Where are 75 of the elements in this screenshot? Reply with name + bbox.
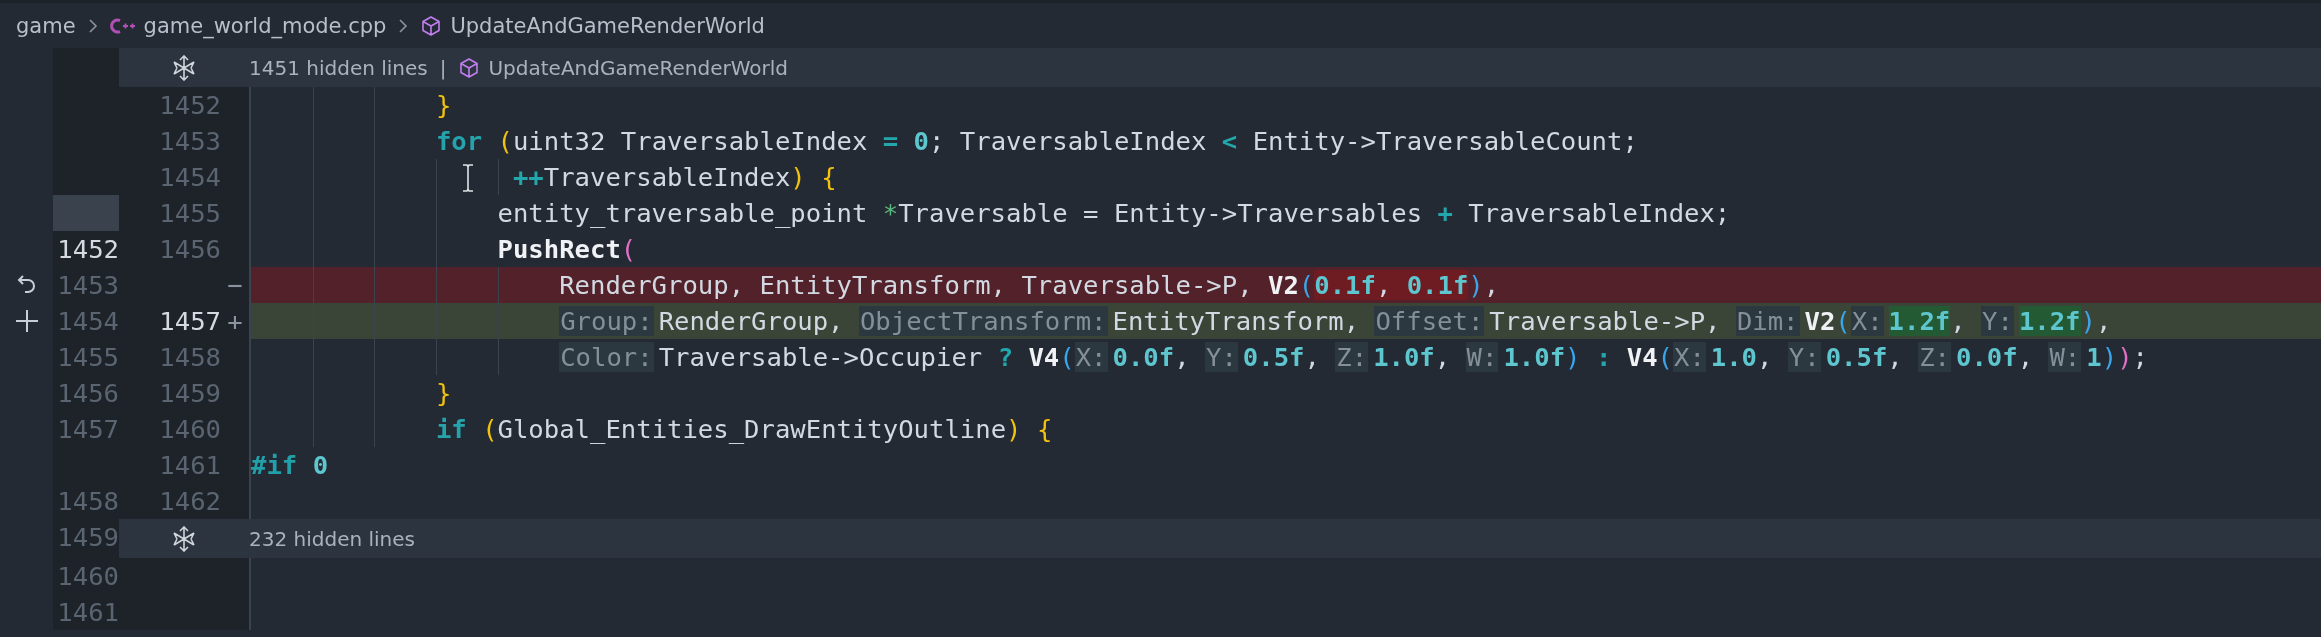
- line-number: 1459: [159, 378, 221, 408]
- inlay-hint: Offset:: [1374, 306, 1485, 336]
- line-number: 1460: [57, 561, 119, 591]
- cube-icon: [420, 14, 443, 37]
- cube-icon: [458, 56, 481, 79]
- hidden-lines-bar[interactable]: 1451 hidden lines | UpdateAndGameRenderWorld: [119, 48, 2321, 87]
- inlay-hint: X:: [1850, 306, 1884, 336]
- line-number: 1458: [159, 342, 221, 372]
- plus-icon[interactable]: [13, 308, 40, 334]
- code-text: if (Global_Entities_DrawEntityOutline) {: [435, 413, 1053, 446]
- code-text: 0.0f,: [1112, 341, 1191, 374]
- line-number: 1461: [57, 597, 119, 627]
- symbol-name: UpdateAndGameRenderWorld: [488, 55, 789, 80]
- line-number: 1454: [57, 306, 119, 336]
- code-text: 0.5f,: [1825, 341, 1904, 374]
- line-number: 1456: [159, 234, 221, 264]
- inlay-hint: W:: [1465, 342, 1499, 372]
- inlay-hint: W:: [2048, 342, 2082, 372]
- breadcrumb-item[interactable]: game: [16, 13, 76, 38]
- code-text: entity_traversable_point *Traversable = Entity->Traversables + TraversableIndex;: [497, 197, 1731, 230]
- inlay-hint: Y:: [1981, 306, 2014, 336]
- code-text: V2(: [1804, 305, 1851, 338]
- unfold-icon: [171, 54, 197, 81]
- breadcrumb-item[interactable]: UpdateAndGameRenderWorld: [450, 13, 765, 38]
- inlay-hint: X:: [1074, 342, 1108, 372]
- line-number: 1457: [159, 306, 221, 336]
- unfold-icon: [171, 525, 197, 552]
- line-number: 1462: [159, 486, 221, 516]
- breadcrumb-item[interactable]: game_world_mode.cpp: [143, 13, 387, 38]
- line-number: 1459: [57, 522, 119, 552]
- code-text: 0.5f,: [1242, 341, 1321, 374]
- code-text: #if 0: [251, 449, 329, 482]
- code-text: for (uint32 TraversableIndex = 0; TraversableIndex < Entity->TraversableCount;: [435, 125, 1638, 158]
- code-text: PushRect(: [497, 233, 637, 266]
- hidden-lines-label: 1451 hidden lines: [249, 55, 428, 80]
- inlay-hint: ObjectTransform:: [858, 306, 1108, 336]
- code-text: Traversable->Occupier ? V4(: [658, 341, 1075, 374]
- hidden-lines-label: 232 hidden lines: [249, 526, 415, 551]
- inlay-hint: Y:: [1205, 342, 1238, 372]
- inlay-hint: Dim:: [1735, 306, 1800, 336]
- line-number: 1452: [57, 234, 119, 264]
- line-number: 1453: [57, 270, 119, 300]
- diff-marker: +: [226, 306, 244, 336]
- line-number: 1452: [159, 90, 221, 120]
- line-number: 1455: [57, 342, 119, 372]
- code-text: }: [435, 377, 452, 410]
- line-number: 1455: [159, 198, 221, 228]
- code-text: ++TraversableIndex) {: [512, 161, 837, 194]
- line-number: 1456: [57, 378, 119, 408]
- line-number: 1460: [159, 414, 221, 444]
- code-text: 1));: [2086, 341, 2148, 374]
- code-text: }: [435, 89, 452, 122]
- code-text: 0.0f,: [1956, 341, 2035, 374]
- line-number: 1454: [159, 162, 221, 192]
- code-text: RenderGroup,: [658, 305, 845, 338]
- code-text: RenderGroup, EntityTransform, Traversable->P, V2(0.1f, 0.1f),: [559, 269, 1500, 302]
- line-number: 1453: [159, 126, 221, 156]
- file-type-icon: [109, 16, 136, 35]
- inlay-hint: Color:: [559, 342, 654, 372]
- separator: |: [439, 55, 447, 80]
- inlay-hint: Z:: [1335, 342, 1369, 372]
- line-number: 1461: [159, 450, 221, 480]
- code-text: 1.0f) : V4(: [1503, 341, 1673, 374]
- diff-marker: −: [226, 270, 244, 300]
- hidden-lines-bar[interactable]: 232 hidden lines: [119, 519, 2321, 558]
- line-number: 1457: [57, 414, 119, 444]
- code-text: 1.0f,: [1373, 341, 1452, 374]
- line-number: 1458: [57, 486, 119, 516]
- inlay-hint: Y:: [1787, 342, 1821, 372]
- inlay-hint: X:: [1672, 342, 1706, 372]
- code-text: 1.0,: [1710, 341, 1774, 374]
- code-text: EntityTransform,: [1112, 305, 1361, 338]
- code-text: Traversable->P,: [1489, 305, 1722, 338]
- inlay-hint: Group:: [559, 306, 654, 336]
- inlay-hint: Z:: [1918, 342, 1951, 372]
